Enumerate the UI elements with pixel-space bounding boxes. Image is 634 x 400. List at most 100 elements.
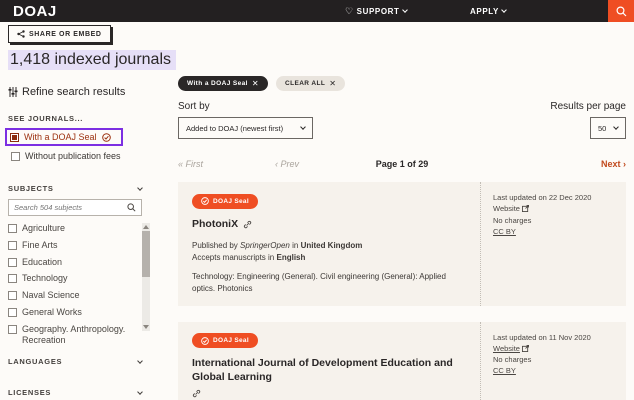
- journal-card-ijdegl: DOAJ Seal International Journal of Devel…: [178, 322, 626, 400]
- checkbox-icon[interactable]: [8, 241, 17, 250]
- journal-card-photonix: DOAJ Seal PhotoniX Published by Springer…: [178, 182, 626, 306]
- publisher-country: United Kingdom: [301, 241, 363, 250]
- search-icon: [616, 6, 627, 17]
- checkbox-icon[interactable]: [11, 152, 20, 161]
- active-filter-pill[interactable]: With a DOAJ Seal ✕: [178, 76, 268, 91]
- manuscript-language: English: [277, 253, 306, 262]
- last-updated: Last updated on 11 Nov 2020: [493, 332, 616, 343]
- check-circle-icon: [201, 337, 209, 345]
- scroll-down-arrow-icon[interactable]: [143, 325, 149, 329]
- pagination-current: Page 1 of 29: [178, 159, 626, 169]
- doaj-logo[interactable]: DOAJ: [13, 3, 57, 20]
- sort-select[interactable]: Added to DOAJ (newest first): [178, 117, 313, 139]
- journal-title[interactable]: International Journal of Development Edu…: [192, 357, 468, 398]
- link-icon: [243, 220, 252, 229]
- last-updated: Last updated on 22 Dec 2020: [493, 192, 616, 203]
- subjects-title: SUBJECTS: [8, 184, 54, 193]
- license-link[interactable]: CC BY: [493, 365, 516, 376]
- doaj-seal-badge: DOAJ Seal: [192, 194, 258, 209]
- nav-support[interactable]: ♡ SUPPORT: [345, 0, 407, 22]
- filters-sidebar: Refine search results SEE JOURNALS... Wi…: [8, 86, 150, 400]
- chevron-down-icon: [501, 7, 507, 13]
- checkbox-icon[interactable]: [8, 325, 17, 334]
- chevron-down-icon: [137, 185, 143, 191]
- subject-item-technology[interactable]: Technology: [8, 273, 138, 284]
- filter-sliders-icon: [8, 87, 18, 97]
- external-link-icon: [522, 345, 529, 352]
- nav-apply-label: APPLY: [470, 7, 499, 16]
- chevron-down-icon: [137, 389, 143, 395]
- chevron-down-icon: [137, 358, 143, 364]
- active-filter-pills: With a DOAJ Seal ✕ CLEAR ALL ✕: [178, 76, 626, 91]
- results-per-page-label: Results per page: [550, 101, 626, 112]
- clear-all-pill[interactable]: CLEAR ALL ✕: [276, 76, 345, 91]
- chevron-down-icon: [300, 124, 306, 130]
- sort-by-label: Sort by: [178, 101, 210, 112]
- check-circle-icon: [201, 197, 209, 205]
- search-icon: [127, 203, 136, 212]
- subject-item-education[interactable]: Education: [8, 257, 138, 268]
- share-or-embed-label: SHARE OR EMBED: [29, 31, 102, 38]
- pagination-next[interactable]: Next ›: [601, 159, 626, 169]
- remove-filter-icon[interactable]: ✕: [252, 79, 259, 88]
- journal-meta: Last updated on 22 Dec 2020 Website No c…: [480, 182, 626, 306]
- scrollbar-track[interactable]: [142, 223, 150, 331]
- languages-title: LANGUAGES: [8, 357, 62, 366]
- checkbox-icon[interactable]: [8, 291, 17, 300]
- filter-without-publication-fees[interactable]: Without publication fees: [8, 149, 150, 163]
- subject-search-box: [8, 199, 142, 216]
- refine-search-heading: Refine search results: [8, 86, 150, 98]
- website-link[interactable]: Website: [493, 343, 529, 354]
- link-icon: [192, 389, 201, 398]
- nav-apply[interactable]: APPLY: [470, 0, 506, 22]
- refine-search-label: Refine search results: [22, 86, 125, 98]
- publication-info: Published by SpringerOpen in United King…: [192, 240, 468, 263]
- results-main: With a DOAJ Seal ✕ CLEAR ALL ✕ Sort by R…: [178, 76, 626, 400]
- page-title: 1,418 indexed journals: [8, 51, 176, 69]
- subject-item-general-works[interactable]: General Works: [8, 307, 138, 318]
- charges-info: No charges: [493, 215, 616, 226]
- journal-meta: Last updated on 11 Nov 2020 Website No c…: [480, 322, 626, 400]
- checkbox-icon[interactable]: [8, 274, 17, 283]
- sort-labels-row: Sort by Results per page: [178, 101, 626, 112]
- doaj-seal-badge: DOAJ Seal: [192, 333, 258, 348]
- journal-title[interactable]: PhotoniX: [192, 218, 468, 232]
- check-circle-icon: [102, 133, 111, 142]
- per-page-select[interactable]: 50: [590, 117, 626, 139]
- license-link[interactable]: CC BY: [493, 226, 516, 237]
- licenses-section-header[interactable]: LICENSES: [8, 388, 142, 397]
- heart-icon: ♡: [345, 6, 354, 17]
- languages-section-header[interactable]: LANGUAGES: [8, 357, 142, 366]
- filter-without-publication-fees-label: Without publication fees: [25, 151, 121, 161]
- doaj-search-page: DOAJ ♡ SUPPORT APPLY SHARE OR EMBED 1,41…: [0, 0, 634, 400]
- top-navbar: DOAJ ♡ SUPPORT APPLY: [0, 0, 634, 22]
- scrollbar-thumb[interactable]: [142, 231, 150, 277]
- subject-item-geography[interactable]: Geography. Anthropology. Recreation: [8, 324, 138, 346]
- external-link-icon: [522, 205, 529, 212]
- per-page-select-value: 50: [598, 124, 606, 133]
- checkbox-checked-icon[interactable]: [10, 133, 19, 142]
- checkbox-icon[interactable]: [8, 224, 17, 233]
- checkbox-icon[interactable]: [8, 258, 17, 267]
- filter-with-doaj-seal-label: With a DOAJ Seal: [24, 132, 97, 142]
- share-icon: [17, 30, 25, 38]
- filter-with-doaj-seal[interactable]: With a DOAJ Seal: [5, 128, 123, 146]
- chevron-down-icon: [613, 124, 619, 130]
- subject-item-fine-arts[interactable]: Fine Arts: [8, 240, 138, 251]
- search-button[interactable]: [608, 0, 634, 22]
- see-journals-label: SEE JOURNALS...: [8, 114, 150, 123]
- subject-search-input[interactable]: [14, 203, 127, 212]
- share-or-embed-button[interactable]: SHARE OR EMBED: [8, 25, 111, 43]
- subjects-section-header[interactable]: SUBJECTS: [8, 184, 142, 193]
- website-link[interactable]: Website: [493, 203, 529, 214]
- subject-list: Agriculture Fine Arts Education Technolo…: [8, 223, 150, 335]
- scroll-up-arrow-icon[interactable]: [143, 225, 149, 229]
- subject-item-naval-science[interactable]: Naval Science: [8, 290, 138, 301]
- checkbox-icon[interactable]: [8, 308, 17, 317]
- subject-item-agriculture[interactable]: Agriculture: [8, 223, 138, 234]
- clear-all-icon[interactable]: ✕: [329, 79, 336, 88]
- journal-subjects: Technology: Engineering (General). Civil…: [192, 271, 462, 293]
- chevron-down-icon: [402, 7, 408, 13]
- nav-support-label: SUPPORT: [357, 7, 400, 16]
- licenses-title: LICENSES: [8, 388, 51, 397]
